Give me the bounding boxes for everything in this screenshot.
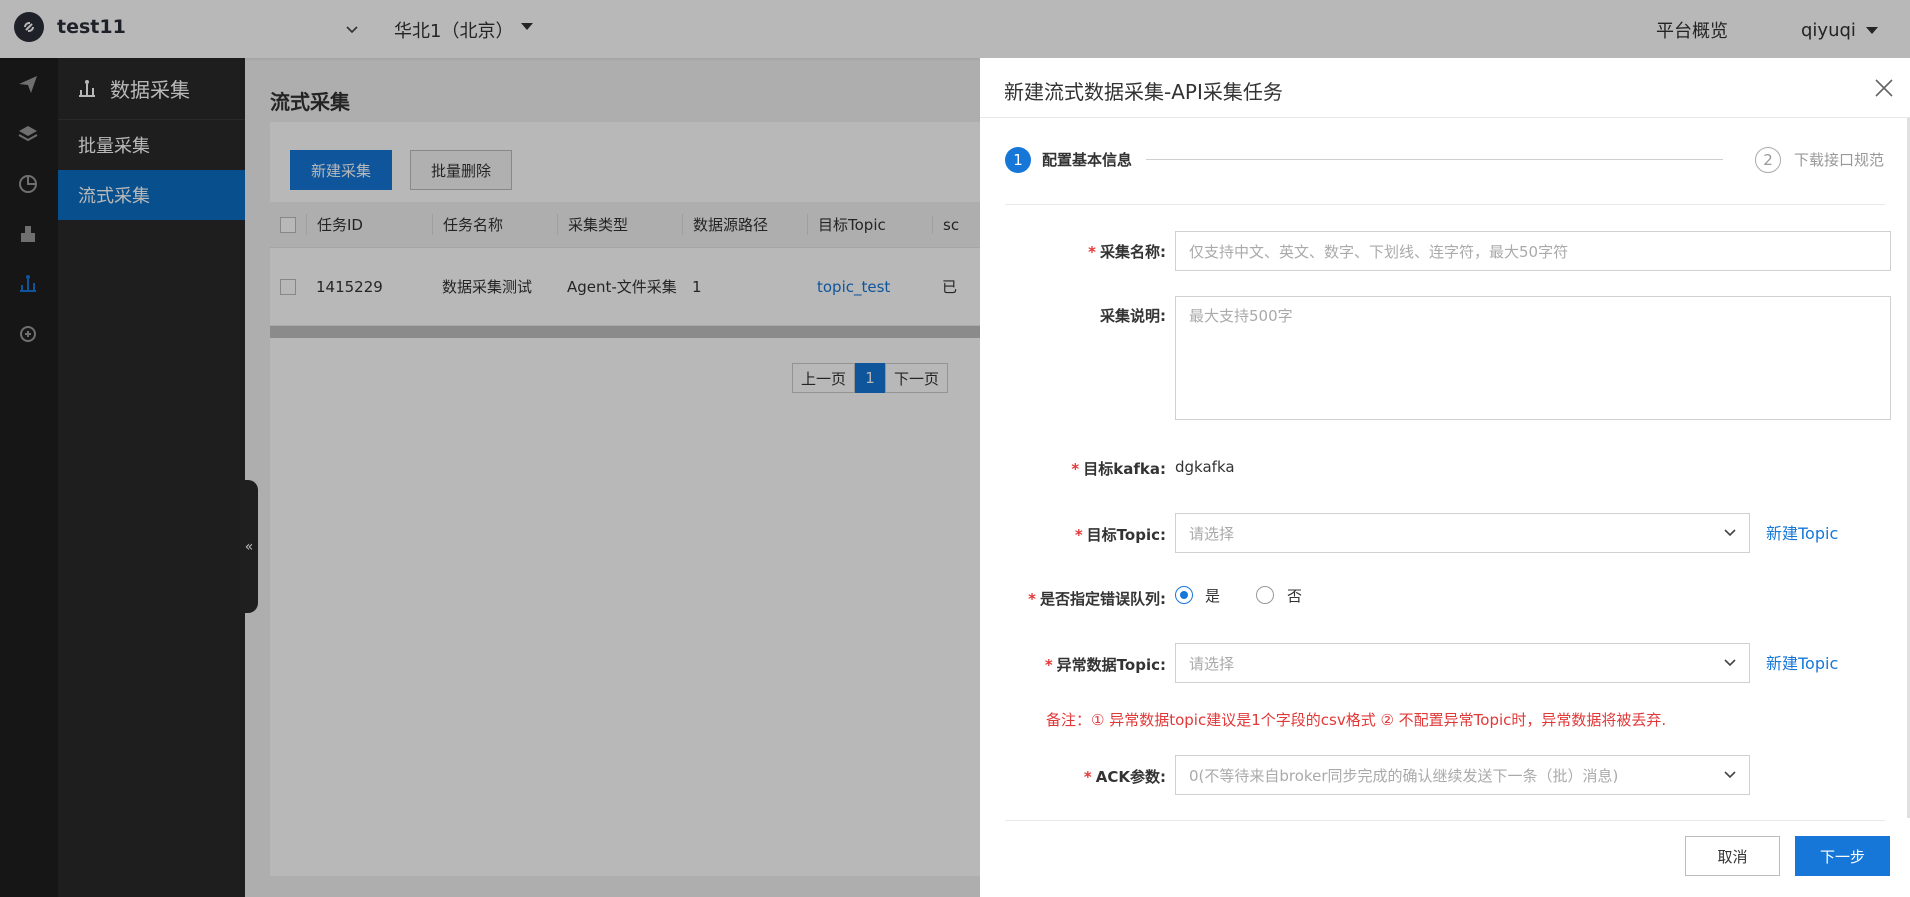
chevron-down-icon [1724, 659, 1736, 667]
step-1-label: 配置基本信息 [1042, 151, 1133, 169]
error-queue-no-radio[interactable] [1256, 586, 1274, 604]
close-icon[interactable] [1872, 76, 1896, 100]
name-label: * 采集名称: [1088, 243, 1166, 261]
step-2-number: 2 [1755, 147, 1781, 173]
chevron-down-icon [1724, 771, 1736, 779]
step-1-number: 1 [1005, 147, 1031, 173]
name-input[interactable]: 仅支持中文、英文、数字、下划线、连字符，最大50字符 [1175, 231, 1891, 271]
yes-label: 是 [1205, 587, 1221, 605]
note-text: 备注：① 异常数据topic建议是1个字段的csv格式 ② 不配置异常Topic… [1046, 711, 1667, 729]
ack-label: * ACK参数: [1083, 768, 1166, 786]
error-queue-yes-radio[interactable] [1175, 586, 1193, 604]
error-topic-label: * 异常数据Topic: [1044, 656, 1166, 674]
drawer-title: 新建流式数据采集-API采集任务 [1004, 80, 1283, 104]
ack-placeholder: 0(不等待来自broker同步完成的确认继续发送下一条（批）消息) [1189, 766, 1619, 785]
error-topic-select[interactable]: 请选择 [1175, 643, 1750, 683]
description-label: 采集说明: [1100, 307, 1166, 325]
ack-select[interactable]: 0(不等待来自broker同步完成的确认继续发送下一条（批）消息) [1175, 755, 1750, 795]
collapse-sidebar-button[interactable]: « [240, 480, 258, 613]
kafka-label: * 目标kafka: [1071, 460, 1166, 478]
new-topic-link[interactable]: 新建Topic [1766, 520, 1838, 544]
divider [980, 117, 1910, 118]
create-task-drawer: 新建流式数据采集-API采集任务 1 配置基本信息 2 下载接口规范 * 采集名称… [980, 58, 1910, 897]
topic-label: * 目标Topic: [1074, 526, 1166, 544]
kafka-value: dgkafka [1175, 458, 1235, 476]
divider [1005, 204, 1885, 205]
topic-select-placeholder: 请选择 [1189, 524, 1235, 543]
no-label: 否 [1287, 587, 1303, 605]
topic-select[interactable]: 请选择 [1175, 513, 1750, 553]
divider [1005, 820, 1885, 821]
description-textarea[interactable]: 最大支持500字 [1175, 296, 1891, 420]
error-queue-label: * 是否指定错误队列: [1028, 590, 1166, 608]
step-connector [1146, 159, 1723, 160]
error-topic-placeholder: 请选择 [1189, 654, 1235, 673]
cancel-button[interactable]: 取消 [1685, 836, 1780, 876]
new-topic-link[interactable]: 新建Topic [1766, 650, 1838, 674]
chevron-down-icon [1724, 529, 1736, 537]
step-2-label: 下载接口规范 [1794, 151, 1885, 169]
next-step-button[interactable]: 下一步 [1795, 836, 1890, 876]
